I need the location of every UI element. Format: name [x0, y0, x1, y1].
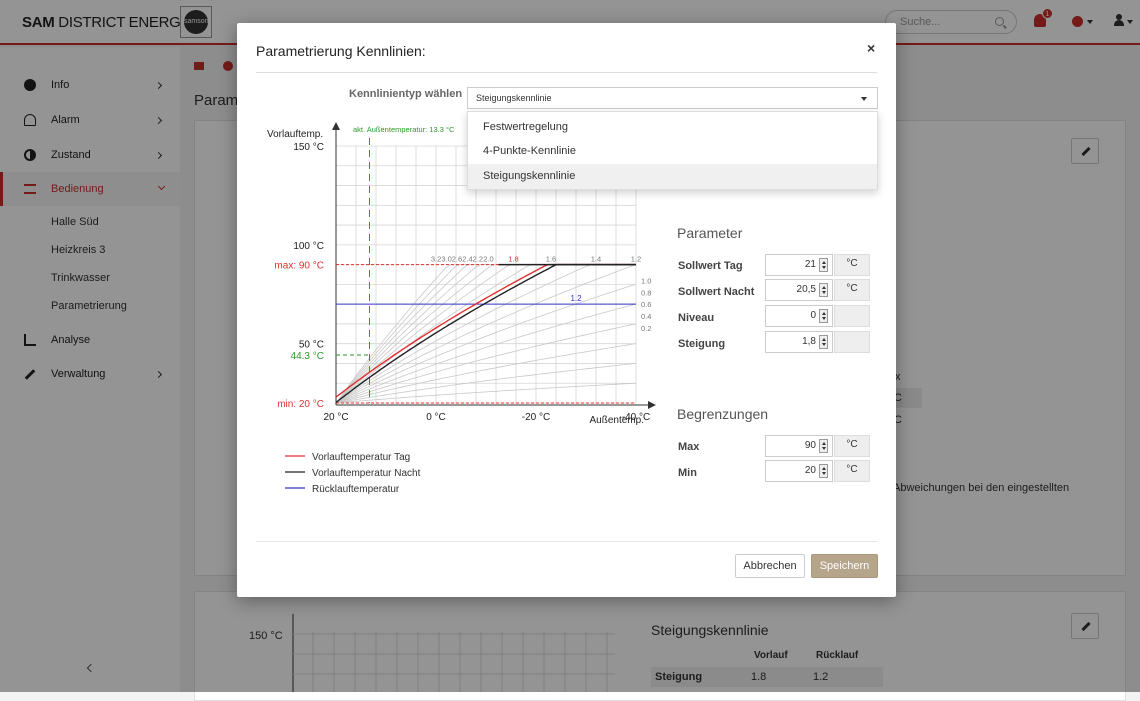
sollwert-tag-input[interactable]: 21 [765, 254, 833, 276]
slope-label: 1.0 [641, 276, 651, 285]
y-axis-arrow-icon [332, 122, 340, 130]
chevron-down-icon [861, 97, 867, 101]
y-tick-label: 50 °C [299, 340, 324, 351]
slope-label: 0.6 [641, 300, 651, 309]
cancel-button[interactable]: Abbrechen [735, 554, 805, 578]
option-4-punkte-kennlinie[interactable]: 4-Punkte-Kennlinie [468, 139, 877, 164]
x-tick-label: -20 °C [522, 412, 550, 423]
y-axis-label: Vorlauftemp. [267, 129, 323, 140]
niveau-input[interactable]: 0 [765, 305, 833, 327]
option-steigungskennlinie[interactable]: Steigungskennlinie [468, 164, 877, 189]
divider [256, 72, 877, 73]
slope-label-active: 1.8 [508, 255, 518, 264]
x-tick-label: 20 °C [323, 412, 348, 423]
steigung-input[interactable]: 1,8 [765, 331, 833, 353]
slope-label: 3.23.02.62.42.2 [431, 255, 483, 264]
slope-label: 1.6 [546, 255, 556, 264]
slope-curve [335, 382, 637, 404]
option-festwertregelung[interactable]: Festwertregelung [468, 115, 877, 140]
limits-title: Begrenzungen [677, 406, 769, 422]
spinner-icon[interactable] [819, 283, 828, 297]
x-tick-label: -40 °C [622, 412, 650, 423]
legend-entry: Rücklauftemperatur [312, 484, 400, 495]
y-tick-label: 150 °C [293, 142, 324, 153]
spinner-icon[interactable] [819, 335, 828, 349]
spinner-icon[interactable] [819, 309, 828, 323]
parameter-title: Parameter [677, 225, 743, 241]
slope-label: 0.8 [641, 288, 651, 297]
max-input[interactable]: 90 [765, 435, 833, 457]
slope-label: 0.2 [641, 324, 651, 333]
slope-label: 1.4 [591, 255, 601, 264]
divider [256, 541, 877, 542]
curve-type-select[interactable]: Steigungskennlinie [467, 87, 878, 109]
min-label: min: 20 °C [277, 399, 324, 410]
modal-dialog: Parametrierung Kennlinien: × Kennlinient… [237, 23, 896, 597]
return-slope-label: 1.2 [570, 294, 582, 303]
legend-entry: Vorlauftemperatur Nacht [312, 468, 421, 479]
modal-title: Parametrierung Kennlinien: [256, 43, 426, 59]
save-button[interactable]: Speichern [811, 554, 878, 578]
y-tick-label: 100 °C [293, 241, 324, 252]
slope-label: 1.2 [631, 255, 641, 264]
max-label: max: 90 °C [274, 261, 324, 272]
legend-entry: Vorlauftemperatur Tag [312, 452, 410, 463]
spinner-icon[interactable] [819, 258, 828, 272]
slope-label: 0.4 [641, 312, 651, 321]
slope-label: 2.0 [483, 255, 493, 264]
spinner-icon[interactable] [819, 439, 828, 453]
min-input[interactable]: 20 [765, 460, 833, 482]
spinner-icon[interactable] [819, 464, 828, 478]
outdoor-temp-annotation: akt. Außentemperatur: 13.3 °C [353, 125, 455, 134]
curve-type-dropdown: Festwertregelung 4-Punkte-Kennlinie Stei… [467, 111, 878, 190]
x-tick-label: 0 °C [426, 412, 446, 423]
x-axis-arrow-icon [648, 401, 656, 409]
type-label: Kennlinientyp wählen [349, 88, 463, 100]
close-icon[interactable]: × [867, 40, 875, 56]
current-temp-label: 44.3 °C [291, 351, 324, 362]
sollwert-nacht-input[interactable]: 20,5 [765, 279, 833, 301]
